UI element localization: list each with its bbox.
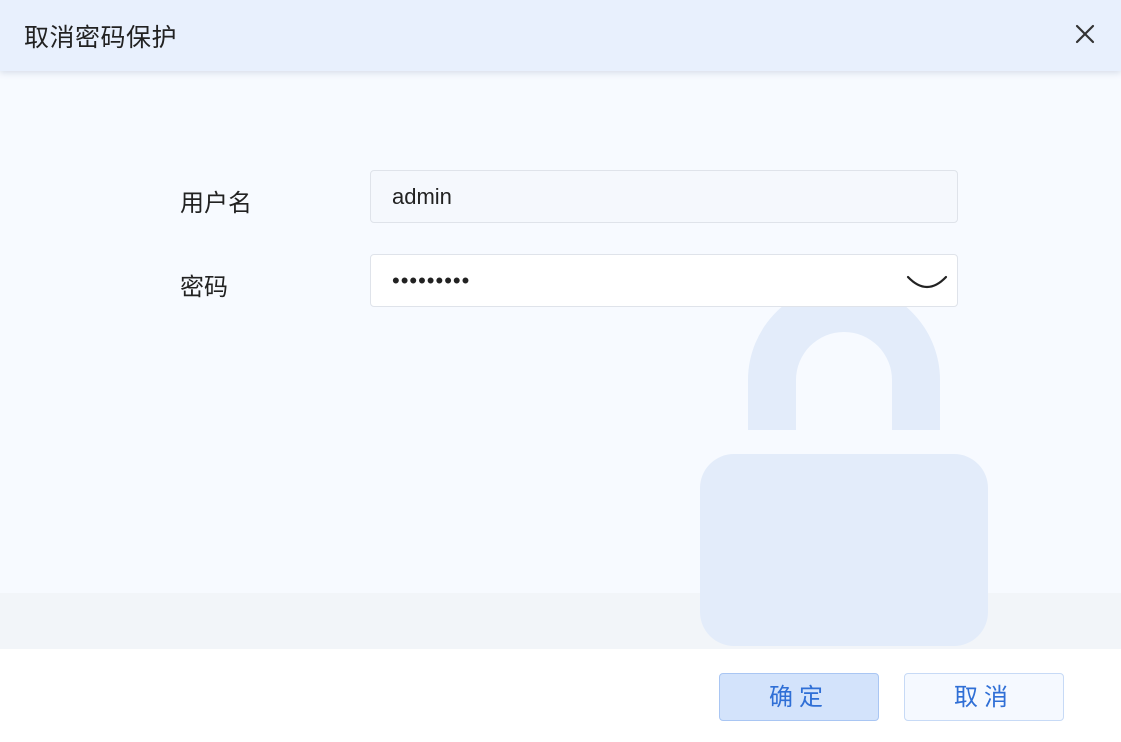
eye-closed-icon xyxy=(906,275,948,289)
close-icon xyxy=(1075,24,1095,44)
body-bottom-band xyxy=(0,593,1121,649)
cancel-password-dialog: 取消密码保护 用户名 密码 确定 取消 xyxy=(0,0,1121,742)
confirm-button[interactable]: 确定 xyxy=(719,673,879,721)
cancel-button[interactable]: 取消 xyxy=(904,673,1064,721)
username-input[interactable] xyxy=(371,171,957,222)
dialog-body xyxy=(0,71,1121,593)
username-label: 用户名 xyxy=(180,189,252,217)
dialog-header: 取消密码保护 xyxy=(0,0,1121,71)
password-field[interactable] xyxy=(370,254,958,307)
username-field[interactable] xyxy=(370,170,958,223)
password-label: 密码 xyxy=(180,273,228,301)
close-button[interactable] xyxy=(1071,20,1099,48)
dialog-title: 取消密码保护 xyxy=(24,23,178,52)
password-input[interactable] xyxy=(371,255,957,306)
password-visibility-toggle[interactable] xyxy=(905,269,949,295)
dialog-footer: 确定 取消 xyxy=(0,649,1121,742)
